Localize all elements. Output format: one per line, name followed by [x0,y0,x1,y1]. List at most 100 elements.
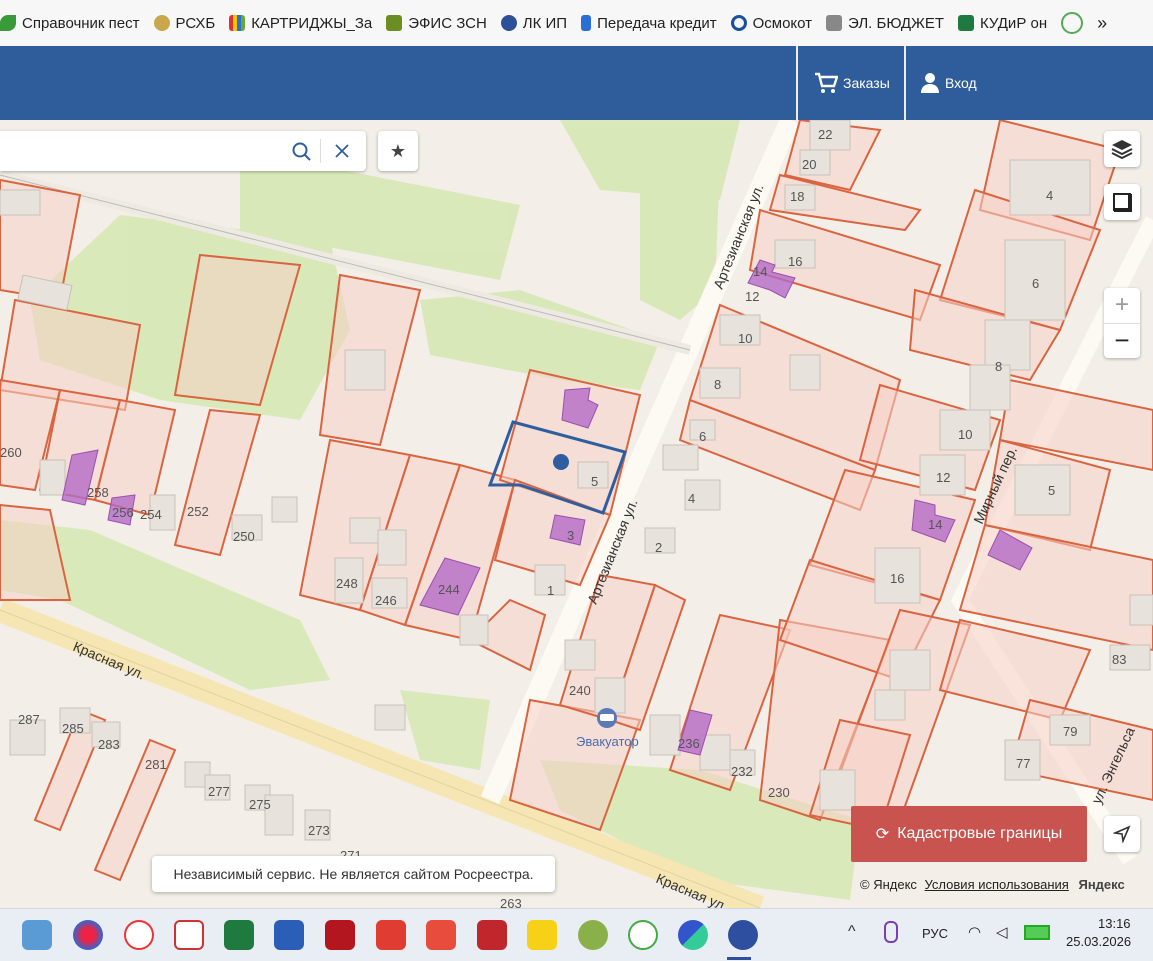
header-divider [904,46,906,120]
house-number: 3 [567,528,574,543]
cadastral-map[interactable]: Эвакуатор 22 20 18 16 14 12 4 6 8 10 8 1… [0,120,1153,908]
taskbar: ^ РУС ◠ ◁ 13:16 25.03.2026 [0,908,1153,961]
house-number: 273 [308,823,330,838]
house-number: 230 [768,785,790,800]
clock-date[interactable]: 25.03.2026 [1066,934,1131,949]
login-button[interactable]: Вход [920,46,977,120]
house-number: 8 [714,377,721,392]
language-indicator[interactable]: РУС [922,926,948,941]
clock-time[interactable]: 13:16 [1098,916,1131,931]
building-icon [826,15,843,31]
microphone-icon[interactable] [884,921,898,943]
cadastral-boundaries-button[interactable]: ⟳ Кадастровые границы [851,806,1087,862]
excel-app-icon[interactable] [224,920,254,950]
house-number: 232 [731,764,753,779]
ruler-icon [1113,193,1132,212]
bookmarks-bar: Справочник пест РСХБ КАРТРИДЖЫ_За ЭФИС З… [0,0,1153,47]
star-icon: ★ [389,140,407,161]
layers-button[interactable] [1104,131,1140,167]
more-bookmarks-icon[interactable]: » [1097,13,1107,34]
speedometer-app-icon[interactable] [628,920,658,950]
refresh-icon: ⟳ [875,826,890,843]
house-number: 250 [233,529,255,544]
house-number: 77 [1016,756,1030,771]
map-copyright: © Яндекс Условия использования Яндекс [860,877,1125,892]
geolocation-button[interactable] [1104,816,1140,852]
bookmark-lk-ip[interactable]: ЛК ИП [500,15,567,32]
wifi-icon[interactable]: ◠ [968,923,981,941]
house-number: 12 [745,289,759,304]
house-number: 10 [738,331,752,346]
house-number: 260 [0,445,22,460]
rshb-icon [153,15,170,31]
battery-icon[interactable] [1024,925,1050,940]
house-number: 16 [890,571,904,586]
word-app-icon[interactable] [274,920,304,950]
map-canvas[interactable]: Эвакуатор 22 20 18 16 14 12 4 6 8 10 8 1… [0,120,1153,908]
bars-icon [229,15,246,31]
volume-icon[interactable]: ◁ [996,923,1008,941]
zoom-out-button[interactable]: − [1104,324,1140,359]
house-number: 254 [140,507,162,522]
photos-app-icon[interactable] [73,920,103,950]
search-input[interactable] [10,139,284,165]
ps-app-icon[interactable] [376,920,406,950]
anydesk-app-icon[interactable] [426,920,456,950]
bookmark-credit[interactable]: Передача кредит [581,15,717,32]
house-number: 236 [678,736,700,751]
chevron-up-icon[interactable]: ^ [848,923,856,941]
favorites-button[interactable]: ★ [378,131,418,171]
excel-icon [958,15,975,31]
stack-icon [386,15,403,31]
location-arrow-icon [1113,825,1131,843]
bookmark-kudir[interactable]: КУДиР он [958,15,1047,32]
alfa-app-icon[interactable] [477,920,507,950]
house-number: 16 [788,254,802,269]
house-number: 5 [591,474,598,489]
house-number: 246 [375,593,397,608]
layers-icon [1111,140,1133,159]
bookmark-budget[interactable]: ЭЛ. БЮДЖЕТ [826,15,944,32]
search-box[interactable] [0,131,366,171]
zoom-in-button[interactable]: + [1104,288,1140,324]
refresh-icon [730,15,747,31]
search-icon[interactable] [292,142,312,162]
house-number: 5 [1048,483,1055,498]
yandex-logo: Яндекс [1078,877,1125,892]
clear-icon[interactable] [335,144,349,158]
onec-app-icon[interactable] [527,920,557,950]
terms-link[interactable]: Условия использования [925,877,1069,892]
music-app-icon[interactable] [124,920,154,950]
house-number: 20 [802,157,816,172]
house-number: 8 [995,359,1002,374]
zoom-controls: + − [1104,288,1140,358]
house-number: 2 [655,540,662,555]
house-number: 281 [145,757,167,772]
house-number: 14 [928,517,942,532]
bookmark-cartridges[interactable]: КАРТРИДЖЫ_За [229,15,372,32]
bookmark-spravochnik[interactable]: Справочник пест [0,15,140,32]
house-number: 79 [1063,724,1077,739]
bookmark-osmokot[interactable]: Осмокот [730,15,812,32]
house-number: 83 [1112,652,1126,667]
settings-app-icon[interactable] [578,920,608,950]
header-divider [796,46,798,120]
bookmark-rshb[interactable]: РСХБ [153,15,215,32]
house-number: 22 [818,127,832,142]
orders-button[interactable]: Заказы [814,46,890,120]
house-number: 18 [790,189,804,204]
house-number: 277 [208,784,230,799]
red-app-icon[interactable] [325,920,355,950]
edge-app-icon[interactable] [678,920,708,950]
selected-point-marker[interactable] [553,454,569,470]
yandex-browser-icon[interactable] [728,920,758,950]
desktop-app-icon[interactable] [22,920,52,950]
house-number: 240 [569,683,591,698]
house-number: 1 [547,583,554,598]
bookmark-efis[interactable]: ЭФИС ЗСН [386,15,487,32]
check-icon[interactable] [1061,12,1084,34]
utility-app-icon[interactable] [174,920,204,950]
ruler-button[interactable] [1104,184,1140,220]
car-glyph [600,714,614,721]
disclaimer-notice: Независимый сервис. Не является сайтом Р… [152,856,555,892]
